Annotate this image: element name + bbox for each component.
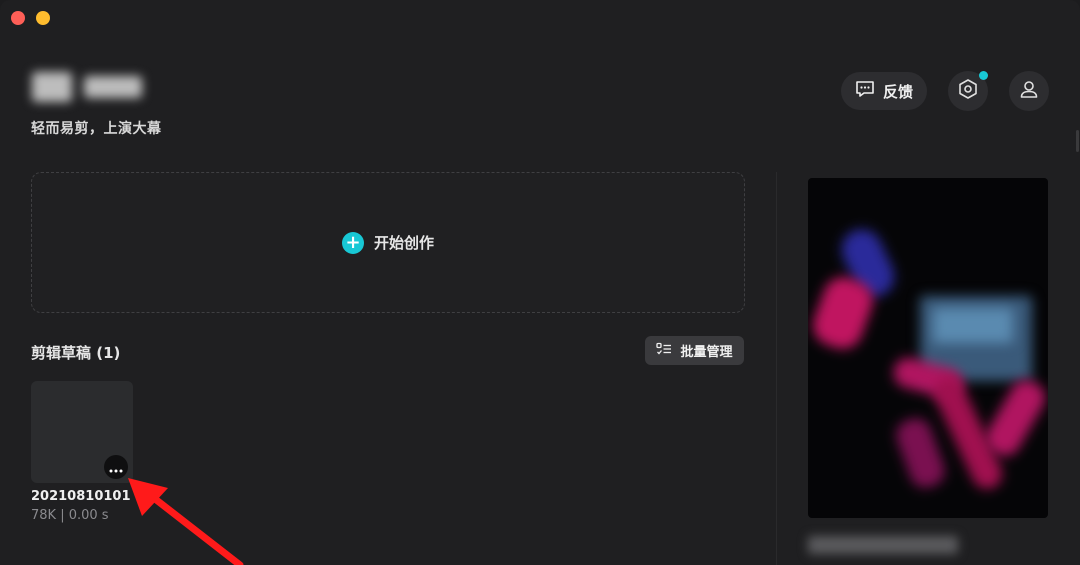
start-create-button[interactable]: + 开始创作 — [31, 172, 745, 313]
start-create-label: 开始创作 — [373, 234, 434, 252]
hexagon-gear-icon — [957, 78, 979, 104]
drafts-section-title: 剪辑草稿 (1) — [31, 344, 121, 362]
window-close-button[interactable] — [11, 11, 25, 25]
user-account-button[interactable] — [1009, 71, 1049, 111]
app-slogan: 轻而易剪，上演大幕 — [31, 121, 162, 137]
promo-banner-caption — [808, 536, 958, 554]
chat-bubble-icon — [855, 80, 875, 102]
feedback-button[interactable]: 反馈 — [841, 72, 927, 110]
promo-banner[interactable] — [808, 178, 1048, 518]
list-manage-icon — [656, 342, 672, 360]
scrollbar-thumb[interactable] — [1076, 130, 1079, 152]
draft-name[interactable]: 20210810101 — [31, 489, 131, 504]
batch-manage-button[interactable]: 批量管理 — [645, 336, 744, 365]
draft-meta: 78K | 0.00 s — [31, 508, 109, 523]
plus-circle-icon: + — [341, 231, 364, 254]
app-window: 轻而易剪，上演大幕 反馈 + 开始创作 剪辑草稿 (1) 批量管理 202108… — [0, 0, 1080, 565]
feedback-label: 反馈 — [882, 82, 913, 101]
notification-dot — [979, 71, 988, 80]
batch-manage-label: 批量管理 — [680, 345, 733, 360]
window-minimize-button[interactable] — [36, 11, 50, 25]
user-icon — [1018, 78, 1040, 104]
annotation-arrow — [128, 478, 244, 565]
panel-divider — [776, 172, 777, 565]
app-logo — [28, 68, 146, 106]
